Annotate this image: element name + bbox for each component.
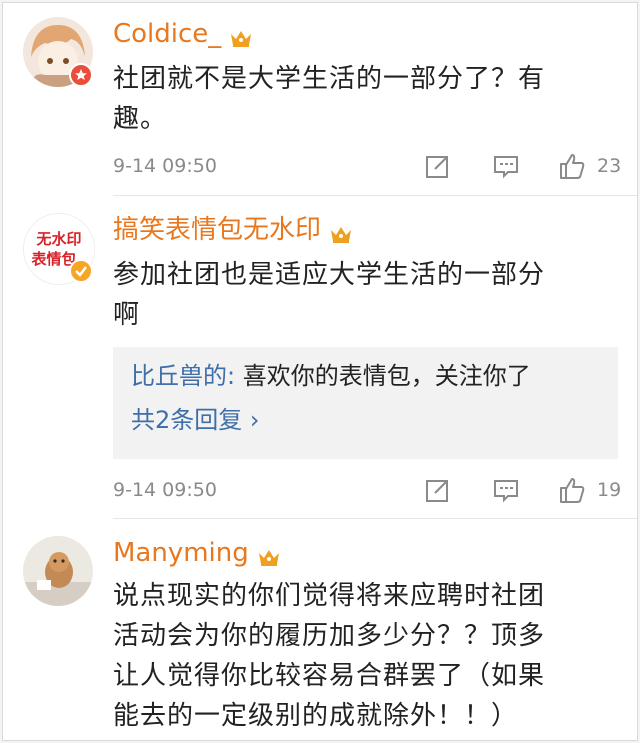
- edit-icon[interactable]: [423, 475, 453, 505]
- timestamp: 9-14 09:50: [113, 155, 217, 177]
- comment-content: 说点现实的你们觉得将来应聘时社团 活动会为你的履历加多少分？？顶多 让人觉得你比…: [113, 576, 613, 736]
- username[interactable]: Manyming: [113, 538, 281, 568]
- content-line: 趣。: [113, 104, 168, 134]
- content-line: 说点现实的你们觉得将来应聘时社团: [113, 581, 546, 611]
- crown-icon: [257, 544, 281, 566]
- reply-text: 喜欢你的表情包，关注你了: [235, 362, 531, 390]
- comment-content: 参加社团也是适应大学生活的一部分 啊: [113, 255, 613, 335]
- content-line: 能去的一定级别的成就除外！！）: [113, 701, 519, 731]
- comment-list: Coldice_ 社团就不是大学生活的一部分了？有 趣。 9-14 09:50 …: [2, 2, 638, 741]
- more-replies-link[interactable]: 共2条回复 ›: [131, 403, 260, 437]
- reply-line: 比丘兽的: 喜欢你的表情包，关注你了: [131, 359, 531, 393]
- like-count: 23: [597, 155, 622, 177]
- timestamp: 9-14 09:50: [113, 479, 217, 501]
- verified-badge-icon: [69, 63, 93, 87]
- crown-icon: [329, 221, 353, 243]
- like-icon[interactable]: [557, 151, 587, 181]
- verified-badge-icon: [69, 259, 93, 283]
- comment-item: Manyming 说点现实的你们觉得将来应聘时社团 活动会为你的履历加多少分？？…: [3, 518, 637, 740]
- edit-icon[interactable]: [423, 151, 453, 181]
- like-count: 19: [597, 479, 622, 501]
- comment-icon[interactable]: [491, 475, 521, 505]
- comment-meta: 9-14 09:50 19: [113, 475, 637, 505]
- username-text[interactable]: 搞笑表情包无水印: [113, 215, 321, 245]
- reply-username[interactable]: 比丘兽的:: [131, 362, 235, 390]
- like-icon[interactable]: [557, 475, 587, 505]
- content-line: 社团就不是大学生活的一部分了？有: [113, 64, 546, 94]
- comment-content: 社团就不是大学生活的一部分了？有 趣。: [113, 59, 613, 139]
- content-line: 啊: [113, 300, 141, 330]
- comment-meta: 9-14 09:50 23: [113, 151, 637, 181]
- avatar-text: 无水印: [35, 230, 81, 248]
- crown-icon: [229, 25, 253, 47]
- content-line: 让人觉得你比较容易合群罢了（如果: [113, 661, 546, 691]
- content-line: 活动会为你的履历加多少分？？顶多: [113, 621, 546, 651]
- reply-preview[interactable]: 比丘兽的: 喜欢你的表情包，关注你了 共2条回复 ›: [113, 347, 618, 459]
- username-text[interactable]: Manyming: [113, 538, 249, 568]
- comment-item: Coldice_ 社团就不是大学生活的一部分了？有 趣。 9-14 09:50 …: [3, 3, 637, 195]
- content-line: 参加社团也是适应大学生活的一部分: [113, 260, 546, 290]
- username[interactable]: Coldice_: [113, 19, 253, 49]
- comment-icon[interactable]: [491, 151, 521, 181]
- username-text[interactable]: Coldice_: [113, 19, 221, 49]
- username[interactable]: 搞笑表情包无水印: [113, 215, 353, 245]
- avatar[interactable]: [23, 536, 93, 606]
- comment-item: 无水印 表情包 搞笑表情包无水印 参加社团也是适应大学生活的一部分 啊 比丘兽的…: [3, 195, 637, 518]
